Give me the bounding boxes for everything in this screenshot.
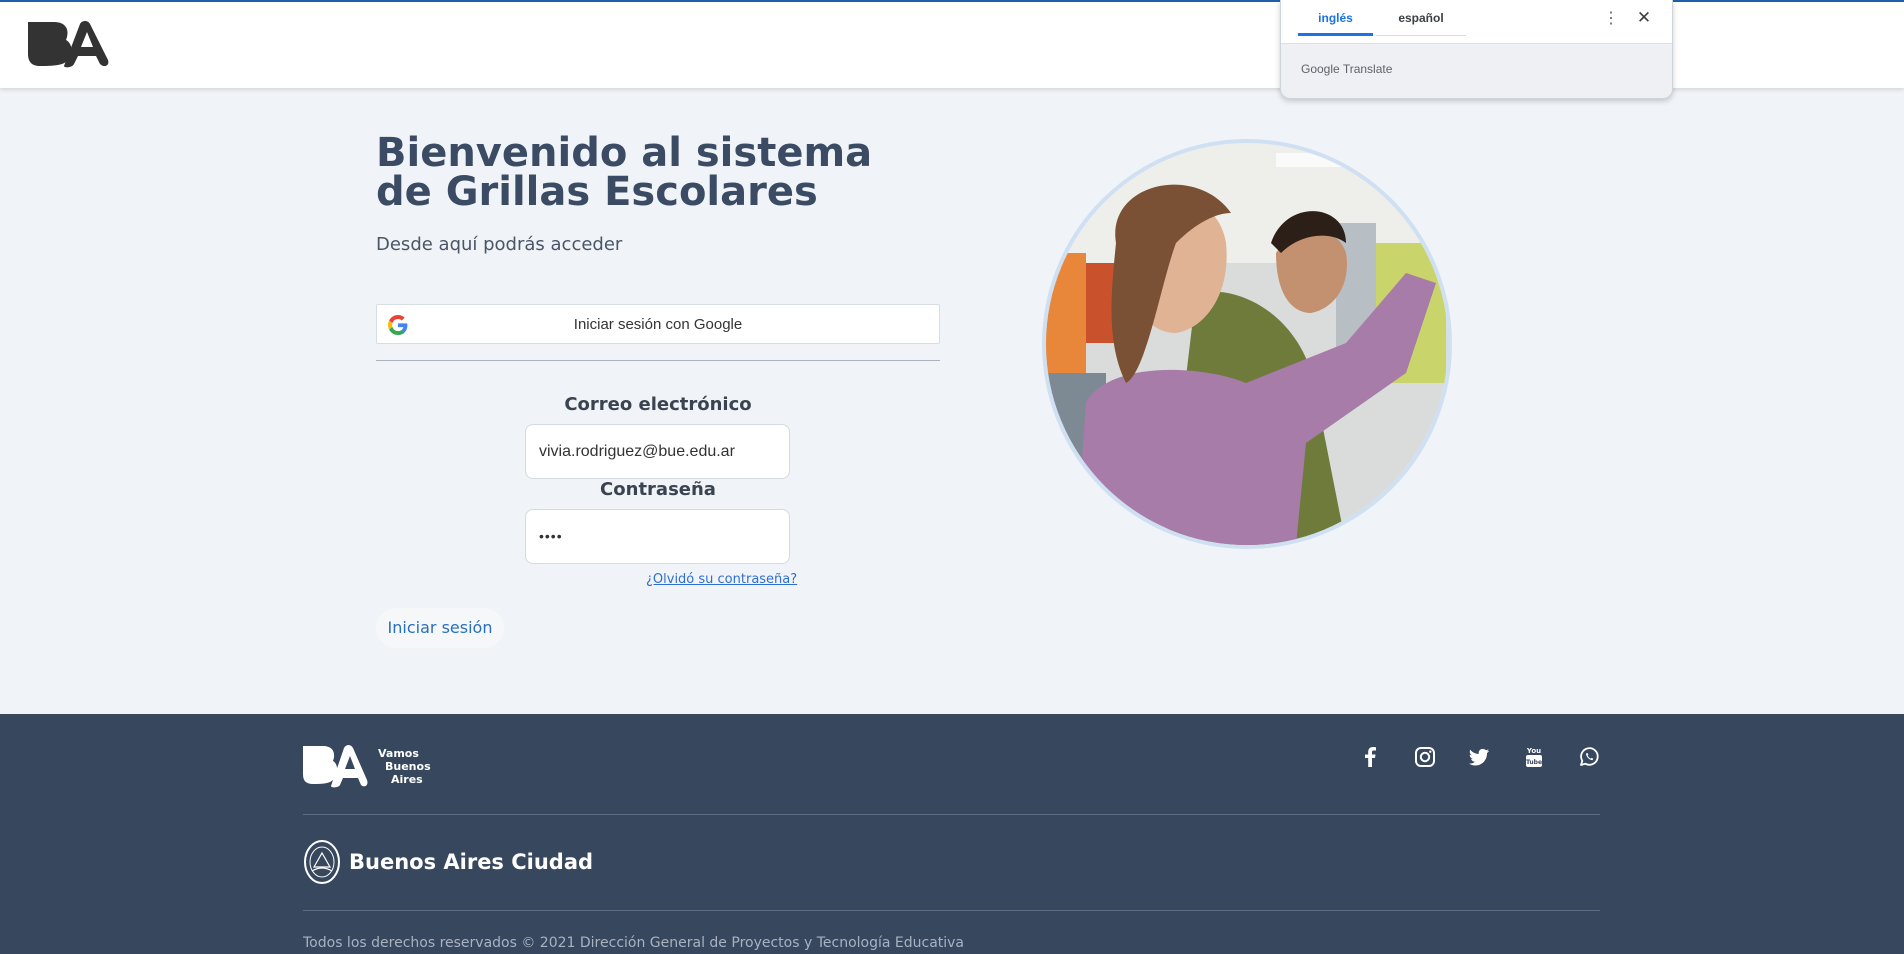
brand-google: Google (1301, 62, 1340, 76)
city-name: Buenos Aires Ciudad (349, 850, 594, 874)
students-photo (1042, 139, 1452, 549)
footer-divider (303, 814, 1600, 815)
tab-espanol[interactable]: español (1376, 0, 1466, 36)
google-signin-button[interactable]: Iniciar sesión con Google (376, 304, 940, 344)
footer-logo-line-3: Aires (391, 773, 423, 786)
page-title: Bienvenido al sistema de Grillas Escolar… (376, 130, 873, 215)
svg-text:Tube: Tube (1526, 759, 1542, 766)
brand-translate: Translate (1342, 62, 1393, 76)
email-label: Correo electrónico (564, 394, 752, 415)
twitter-icon[interactable] (1467, 745, 1491, 769)
ba-logo[interactable] (26, 20, 112, 68)
footer-logo-line-1: Vamos (378, 747, 419, 760)
footer-divider-bottom (303, 910, 1600, 911)
google-signin-label: Iniciar sesión con Google (573, 316, 743, 333)
google-translate-brand: Google Translate (1301, 62, 1392, 76)
divider (376, 360, 940, 361)
instagram-icon[interactable] (1413, 745, 1437, 769)
vertical-dots-icon[interactable]: ⋮ (1603, 9, 1619, 29)
youtube-icon[interactable]: You Tube (1522, 745, 1546, 769)
city-seal-icon[interactable] (303, 839, 341, 885)
vamos-buenos-aires-logo[interactable]: Vamos Buenos Aires (303, 744, 443, 790)
page-subtitle: Desde aquí podrás acceder (376, 234, 623, 255)
copyright-text: Todos los derechos reservados © 2021 Dir… (303, 935, 965, 951)
facebook-icon[interactable] (1358, 745, 1382, 769)
google-translate-popup: inglés español ⋮ ✕ Google Translate (1280, 0, 1673, 99)
forgot-password-link[interactable]: ¿Olvidó su contraseña? (646, 572, 797, 587)
password-field[interactable]: •••• (525, 509, 790, 564)
footer-logo-line-2: Buenos (385, 760, 431, 773)
students-illustration (1046, 143, 1448, 545)
whatsapp-icon[interactable] (1577, 745, 1601, 769)
login-button[interactable]: Iniciar sesión (376, 608, 504, 648)
translate-tab-bar: inglés español ⋮ ✕ (1281, 0, 1672, 44)
tab-ingles[interactable]: inglés (1298, 0, 1373, 36)
password-label: Contraseña (600, 479, 716, 500)
close-icon[interactable]: ✕ (1635, 8, 1653, 28)
svg-text:You: You (1526, 747, 1541, 755)
email-field[interactable]: vivia.rodriguez@bue.edu.ar (525, 424, 790, 479)
footer (0, 714, 1904, 954)
